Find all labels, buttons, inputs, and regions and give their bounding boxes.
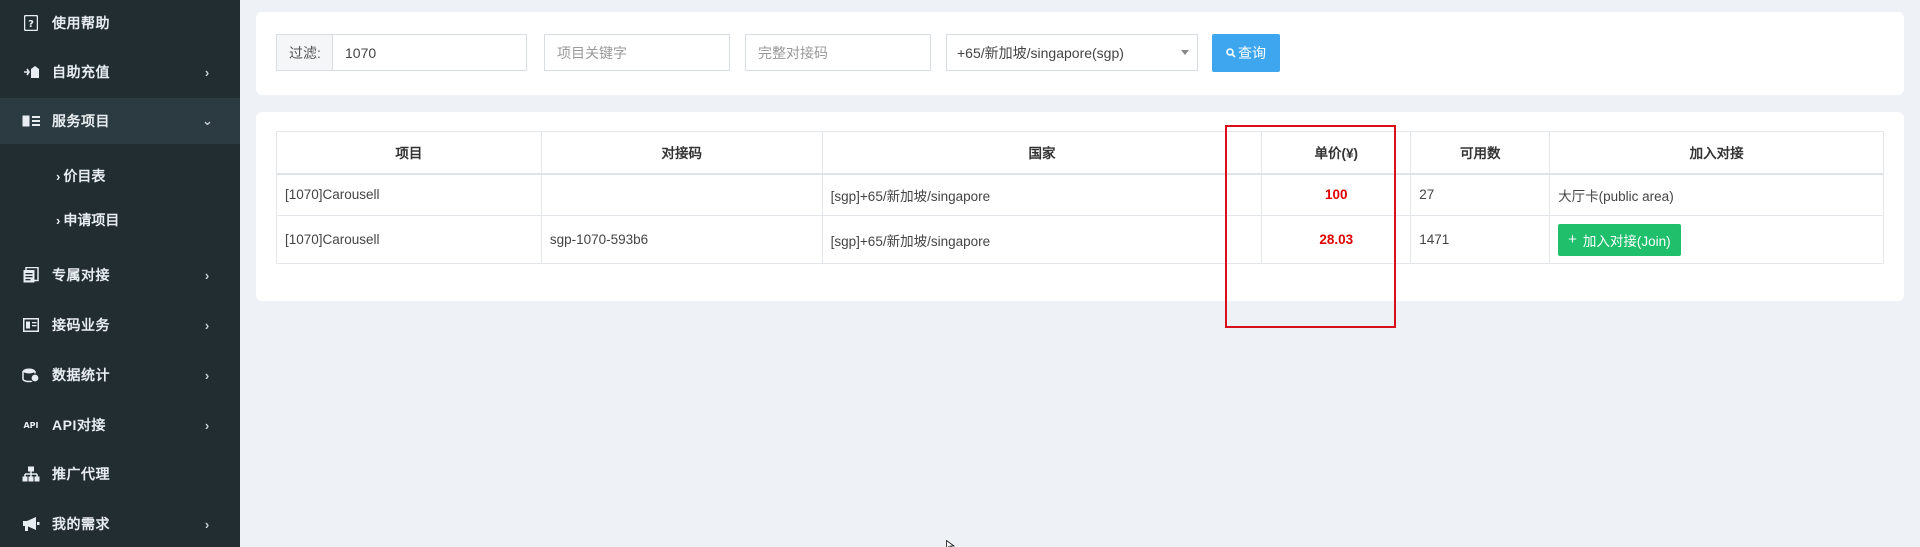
statistics-icon (21, 366, 41, 384)
cell-project: [1070]Carousell (276, 215, 542, 264)
sidebar-item-help[interactable]: ? 使用帮助 (0, 0, 240, 46)
header-country: 国家 (821, 131, 1263, 175)
table-row: [1070]Carousell [sgp]+65/新加坡/singapore 1… (276, 173, 1884, 216)
chevron-down-icon: ⌄ (202, 113, 213, 128)
price-table-panel: 项目 对接码 国家 单价(¥) 可用数 加入对接 [1070]Carousell… (256, 112, 1904, 301)
sidebar-item-services[interactable]: 服务项目 ⌄ (0, 98, 240, 144)
chevron-right-icon: › (204, 317, 210, 333)
chevron-right-icon: › (204, 417, 210, 433)
sidebar-item-my-needs[interactable]: 我的需求 › (0, 501, 240, 547)
sidebar-item-code-business[interactable]: 接码业务 › (0, 302, 240, 348)
cell-available: 1471 (1410, 215, 1551, 264)
price-table: 项目 对接码 国家 单价(¥) 可用数 加入对接 [1070]Carousell… (276, 131, 1884, 264)
filter-input[interactable] (333, 35, 526, 70)
chevron-right-icon: › (204, 367, 210, 383)
recharge-icon (21, 63, 41, 81)
dedicated-icon (21, 266, 41, 284)
join-button-label: 加入对接(Join) (1582, 233, 1671, 249)
filter-panel: 过滤: +65/新加坡/singapore(sgp) 查询 (256, 12, 1904, 95)
sidebar-item-dedicated[interactable]: 专属对接 › (0, 252, 240, 298)
cell-available: 27 (1410, 173, 1551, 216)
table-header-row: 项目 对接码 国家 单价(¥) 可用数 加入对接 (276, 131, 1884, 175)
cell-join: 大厅卡(public area) (1549, 173, 1884, 216)
promotion-icon (21, 465, 41, 483)
cell-code (540, 173, 823, 216)
service-icon (21, 112, 41, 130)
sidebar: ? 使用帮助 自助充值 › 服务项目 ⌄ › 价目表 › 申请项目 专属对接 › (0, 0, 240, 547)
header-join: 加入对接 (1549, 131, 1884, 175)
sidebar-subitem-price-list[interactable]: › 价目表 (0, 156, 240, 196)
sidebar-item-label: 数据统计 (52, 367, 110, 383)
cell-code: sgp-1070-593b6 (540, 215, 823, 264)
search-icon (1226, 48, 1236, 58)
sidebar-item-label: 我的需求 (52, 516, 110, 532)
sidebar-item-label: 使用帮助 (52, 15, 110, 31)
sidebar-subitem-apply-project[interactable]: › 申请项目 (0, 200, 240, 240)
chevron-right-icon: › (204, 64, 210, 80)
cell-price: 28.03 (1261, 215, 1412, 264)
chevron-right-icon: › (204, 516, 210, 532)
sidebar-item-label: 自助充值 (52, 64, 110, 80)
header-project: 项目 (276, 131, 542, 175)
query-button-label: 查询 (1238, 45, 1266, 61)
sidebar-item-statistics[interactable]: 数据统计 › (0, 352, 240, 398)
sidebar-item-label: 接码业务 (52, 317, 110, 333)
svg-text:API: API (23, 421, 38, 430)
filter-label: 过滤: (277, 35, 333, 70)
cell-join: + 加入对接(Join) (1549, 215, 1884, 264)
sidebar-item-promotion[interactable]: 推广代理 (0, 451, 240, 497)
cell-country: [sgp]+65/新加坡/singapore (821, 173, 1263, 216)
help-icon: ? (21, 14, 41, 32)
sidebar-item-recharge[interactable]: 自助充值 › (0, 49, 240, 95)
svg-text:?: ? (28, 19, 34, 30)
mouse-cursor-icon (946, 537, 956, 547)
sidebar-subitem-label: 申请项目 (63, 212, 120, 228)
cell-price: 100 (1261, 173, 1412, 216)
join-button[interactable]: + 加入对接(Join) (1558, 223, 1681, 256)
sidebar-item-label: API对接 (52, 417, 106, 433)
table-row: [1070]Carousell sgp-1070-593b6 [sgp]+65/… (276, 215, 1884, 264)
header-price: 单价(¥) (1261, 131, 1412, 175)
sidebar-item-api[interactable]: API API对接 › (0, 402, 240, 448)
megaphone-icon (21, 515, 41, 533)
country-select[interactable]: +65/新加坡/singapore(sgp) (946, 34, 1198, 71)
sidebar-item-label: 推广代理 (52, 466, 110, 482)
filter-group: 过滤: (276, 34, 527, 71)
header-available: 可用数 (1410, 131, 1551, 175)
keyword-input[interactable] (544, 34, 730, 71)
caret-down-icon (1181, 50, 1189, 55)
cell-project: [1070]Carousell (276, 173, 542, 216)
code-business-icon (21, 316, 41, 334)
chevron-right-icon: › (56, 168, 61, 184)
chevron-right-icon: › (204, 267, 210, 283)
query-button[interactable]: 查询 (1212, 34, 1280, 72)
api-icon: API (21, 416, 41, 434)
cell-country: [sgp]+65/新加坡/singapore (821, 215, 1263, 264)
country-select-value: +65/新加坡/singapore(sgp) (957, 44, 1124, 61)
sidebar-item-label: 服务项目 (52, 113, 110, 129)
sidebar-subitem-label: 价目表 (63, 168, 106, 184)
code-input[interactable] (745, 34, 931, 71)
header-code: 对接码 (540, 131, 823, 175)
chevron-right-icon: › (56, 212, 61, 228)
sidebar-item-label: 专属对接 (52, 267, 110, 283)
plus-icon: + (1568, 231, 1577, 248)
